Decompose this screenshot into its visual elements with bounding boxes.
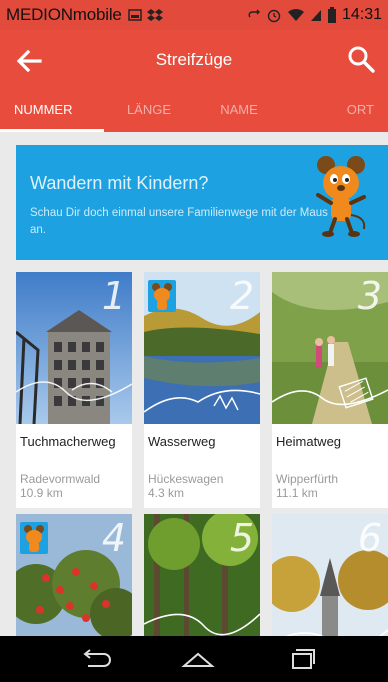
nav-back-icon[interactable] <box>76 644 116 674</box>
maus-badge-4 <box>20 522 48 554</box>
route-number-1: 1 <box>101 274 126 318</box>
route-number-5: 5 <box>229 516 254 560</box>
route-image-1: 1 <box>16 272 132 424</box>
maus-badge-2 <box>148 280 176 312</box>
carrier-label: MEDIONmobile <box>6 5 122 24</box>
route-length-3: 11.1 km <box>276 486 318 500</box>
notification-icon <box>127 9 142 21</box>
nav-home-icon[interactable] <box>178 644 218 674</box>
clock-time: 14:31 <box>341 6 382 23</box>
route-image-2: 2 <box>144 272 260 424</box>
system-nav-bar <box>0 636 388 682</box>
route-card-3[interactable]: 3 Heimatweg Wipperfürth 11.1 km <box>272 272 388 508</box>
status-bar: MEDIONmobile 14:31 <box>0 0 388 30</box>
alarm-icon <box>267 9 281 23</box>
route-number-2: 2 <box>229 274 254 318</box>
tab-nummer[interactable]: NUMMER <box>0 90 104 132</box>
route-name-3: Heimatweg <box>276 434 342 449</box>
route-number-6: 6 <box>357 516 382 560</box>
route-image-3: 3 <box>272 272 388 424</box>
signal-icon <box>310 10 321 21</box>
tab-name[interactable]: NAME <box>194 90 284 132</box>
sort-tabs: NUMMER LÄNGE NAME ORT <box>0 90 388 132</box>
route-number-4: 4 <box>101 516 126 560</box>
banner-title: Wandern mit Kindern? <box>30 173 209 193</box>
tab-ort[interactable]: ORT <box>284 90 388 132</box>
banner-text: Schau Dir doch einmal unsere Familienweg… <box>30 207 328 236</box>
route-length-2: 4.3 km <box>148 486 185 500</box>
page-title: Streifzüge <box>155 50 233 69</box>
route-name-1: Tuchmacherweg <box>20 434 116 449</box>
tab-laenge[interactable]: LÄNGE <box>104 90 194 132</box>
family-routes-banner[interactable]: Wandern mit Kindern? Schau Dir doch einm… <box>16 145 388 260</box>
battery-icon <box>327 7 336 23</box>
nav-recents-icon[interactable] <box>282 644 322 674</box>
route-card-1[interactable]: 1 Tuchmacherweg Radevormwald 10.9 km <box>16 272 132 508</box>
route-number-3: 3 <box>357 274 382 318</box>
route-place-2: Hückeswagen <box>148 472 224 486</box>
dropbox-icon <box>146 9 163 21</box>
route-card-2[interactable]: 2 Wasserweg Hückeswagen 4.3 km <box>144 272 260 508</box>
search-icon[interactable] <box>346 44 376 74</box>
route-place-1: Radevormwald <box>20 472 101 486</box>
route-name-2: Wasserweg <box>148 434 216 449</box>
maus-mascot-icon <box>316 156 366 237</box>
app-screen: MEDIONmobile 14:31 Streifzüge NUMMER LÄN… <box>0 0 388 682</box>
wifi-icon <box>287 8 304 21</box>
sync-icon <box>248 9 260 18</box>
app-toolbar: Streifzüge <box>0 30 388 90</box>
route-place-3: Wipperfürth <box>276 472 339 486</box>
route-length-1: 10.9 km <box>20 486 63 500</box>
